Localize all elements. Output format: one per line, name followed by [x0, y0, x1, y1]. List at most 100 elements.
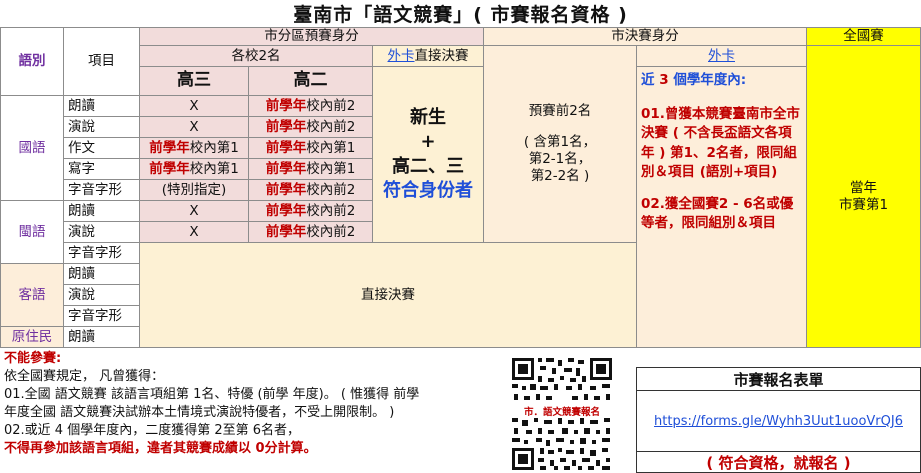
item-label: 朗讀	[68, 328, 95, 345]
grade3-cell: X	[139, 200, 249, 222]
lang-indigenous-label: 原住民	[11, 328, 53, 345]
item-label: 字音字形	[68, 244, 122, 261]
prelim-sub3: 第2-2名 )	[530, 167, 590, 184]
grade2-value-red: 前學年	[265, 139, 307, 156]
item-label: 作文	[68, 139, 95, 156]
prelim-top2: 預賽前2名 ( 含第1名， 第2-1名， 第2-2名 )	[483, 45, 637, 243]
item-label: 演說	[68, 223, 95, 240]
wildcard-cond2: 02.獲全國賽2 - 6名或優等者，限同組別＆項目	[641, 195, 794, 232]
notes-line1: 依全國賽規定， 凡曾獲得：	[4, 368, 165, 384]
district-header-label: 市分區預賽身分	[264, 28, 359, 45]
grade2-value: 校內前2	[306, 97, 356, 114]
item-cell: 朗讀	[63, 95, 140, 117]
grade2-cell: 前學年 校內前2	[248, 95, 373, 117]
item-label: 字音字形	[68, 181, 122, 198]
page-title: 臺南市「語文競賽」( 市賽報名資格 )	[293, 4, 628, 26]
grade3-value-red: 前學年	[149, 160, 190, 177]
national-header: 全國賽	[806, 27, 921, 46]
wildcard2-header: 外卡	[636, 45, 807, 67]
direct-plus: +	[420, 131, 436, 153]
qr-code[interactable]: 市．語文競賽報名	[510, 356, 614, 472]
grade3-value: (特別指定)	[161, 181, 227, 198]
prelim-top: 預賽前2名	[528, 103, 592, 120]
notes-line2: 01.全國 語文競賽 該語言項組第 1名、特優 (前學 年度)。 ( 惟獲得 前…	[4, 386, 420, 402]
national-cell: 當年 市賽第1	[806, 45, 921, 348]
prelim-sub2: 第2-1名，	[528, 151, 592, 167]
lang-mandarin-label: 國語	[18, 139, 46, 156]
wildcard-intro-a: 近	[641, 72, 655, 88]
grade3-value: X	[189, 223, 199, 240]
national-line1: 當年	[850, 179, 877, 196]
grade3-value-red: 前學年	[149, 139, 190, 156]
item-cell: 寫字	[63, 158, 140, 180]
form-note: ( 符合資格，就報名 )	[636, 451, 921, 473]
wildcard-link[interactable]: 外卡	[388, 48, 415, 65]
grade3-cell: X	[139, 221, 249, 243]
item-label: 朗讀	[68, 265, 95, 282]
item-cell: 字音字形	[63, 179, 140, 201]
notes-line3: 年度全國 語文競賽決試辦本土情境式演說特優者，不受上開限制。 )	[4, 404, 395, 420]
grade2-cell: 前學年 校內前2	[248, 221, 373, 243]
grade2-value: 校內第1	[306, 139, 356, 156]
ineligibility-notes: 不能參賽: 依全國賽規定， 凡曾獲得： 01.全國 語文競賽 該語言項組第 1名…	[0, 348, 485, 473]
grade3-value: 校內第1	[189, 139, 239, 156]
item-cell: 朗讀	[63, 326, 140, 348]
item-cell: 作文	[63, 137, 140, 159]
item-label: 朗讀	[68, 202, 95, 219]
wildcard-intro-num: 3	[659, 72, 669, 88]
grade2-cell: 前學年 校內前2	[248, 116, 373, 138]
item-cell: 演說	[63, 284, 140, 306]
direct-final-label: 直接決賽	[414, 47, 469, 64]
wildcard-direct-header: 外卡 直接決賽	[372, 45, 484, 67]
grade3-cell: X	[139, 95, 249, 117]
grade2-value-red: 前學年	[265, 160, 307, 177]
item-cell: 朗讀	[63, 200, 140, 222]
lang-hakka: 客語	[0, 263, 64, 327]
grade3-value: X	[189, 118, 199, 135]
direct-line2: 高二、三	[392, 155, 464, 177]
grade2-cell: 前學年 校內前2	[248, 179, 373, 201]
item-cell: 字音字形	[63, 305, 140, 327]
qr-caption: 市．語文競賽報名	[510, 404, 614, 418]
item-cell: 字音字形	[63, 242, 140, 264]
grade3-cell: 前學年 校內第1	[139, 158, 249, 180]
grade2-cell: 前學年 校內第1	[248, 158, 373, 180]
item-cell: 演說	[63, 221, 140, 243]
item-label: 朗讀	[68, 97, 95, 114]
item-label: 字音字形	[68, 307, 122, 324]
item-label: 演說	[68, 118, 95, 135]
grade3-value: 校內第1	[189, 160, 239, 177]
grade3-cell: X	[139, 116, 249, 138]
grade2-value-red: 前學年	[265, 223, 307, 240]
grade2-value-red: 前學年	[265, 202, 307, 219]
registration-form-link[interactable]: https://forms.gle/Wyhh3Uut1uooVrQJ6	[654, 414, 903, 429]
prelim-sub1: ( 含第1名，	[523, 134, 597, 151]
lang-header-label: 語別	[18, 53, 46, 70]
grade3-value: X	[189, 97, 199, 114]
lang-indigenous: 原住民	[0, 326, 64, 348]
grade2-value: 校內前2	[306, 202, 356, 219]
grade2-value: 校內前2	[306, 181, 356, 198]
direct-line1: 新生	[410, 106, 446, 128]
city-final-header-label: 市決賽身分	[611, 28, 679, 45]
item-header: 項目	[63, 27, 140, 96]
grade3-header: 高三	[139, 66, 249, 96]
school-top2-header: 各校2名	[139, 45, 373, 67]
grade2-value: 校內前2	[306, 223, 356, 240]
grade3-cell: 前學年 校內第1	[139, 137, 249, 159]
notes-head: 不能參賽:	[4, 351, 62, 366]
lang-minnan-label: 閩語	[18, 223, 46, 240]
district-header: 市分區預賽身分	[139, 27, 484, 46]
grade2-cell: 前學年 校內第1	[248, 137, 373, 159]
grade3-label: 高三	[177, 70, 211, 91]
notes-line4: 02.或近 4 個學年度內，二度獲得第 2至第 6名者，	[4, 422, 301, 438]
wildcard2-link[interactable]: 外卡	[708, 48, 735, 65]
wildcard-conditions-text: 近 3 個學年度內: 01.曾獲本競賽臺南市全市決賽 ( 不含長盃語文各項 年 …	[637, 67, 806, 347]
direct-final-eligibility: 新生 + 高二、三 符合身份者	[372, 66, 484, 243]
notes-line5: 不得再參加該語言項組，違者其競賽成績以 0分計算。	[4, 440, 317, 456]
item-header-label: 項目	[88, 53, 115, 70]
wildcard-cond1: 01.曾獲本競賽臺南市全市決賽 ( 不含長盃語文各項 年 ) 第1、2名者，限同…	[641, 105, 800, 181]
national-header-label: 全國賽	[843, 28, 884, 45]
grade2-value-red: 前學年	[265, 118, 307, 135]
grade2-header: 高二	[248, 66, 373, 96]
